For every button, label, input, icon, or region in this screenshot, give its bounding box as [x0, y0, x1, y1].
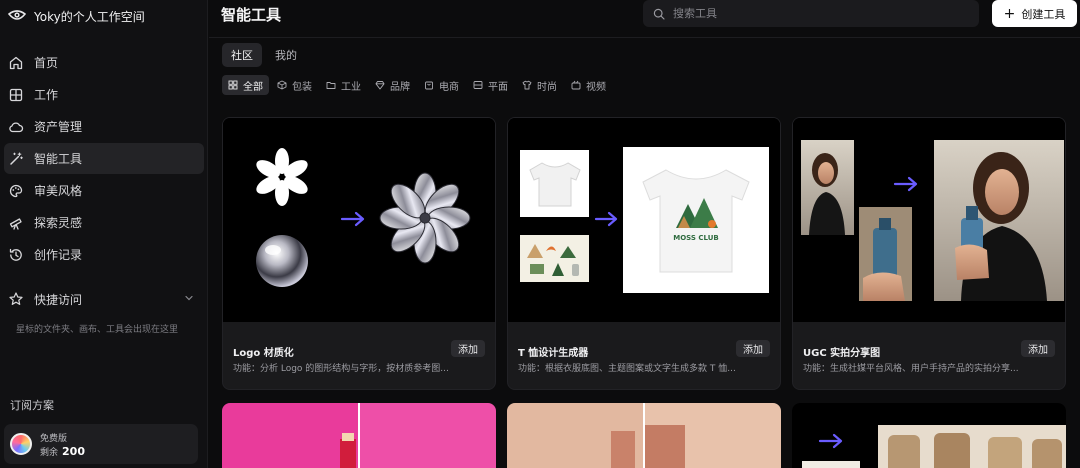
sidebar-item-aesthetic-style[interactable]: 审美风格	[4, 175, 204, 206]
tool-card-description: 功能：分析 Logo 的图形结构与字形，按材质参考图...	[233, 364, 449, 374]
filter-ecommerce[interactable]: 电商	[418, 75, 465, 95]
filter-fashion[interactable]: 时尚	[516, 75, 563, 95]
star-icon	[9, 292, 23, 305]
tool-card-tshirt-generator[interactable]: MOSS CLUB T 恤设计生成器 添加 功能：根据衣服底图、主题图案或文字生…	[507, 117, 781, 390]
filter-label: 包装	[292, 81, 312, 93]
video-icon	[571, 80, 581, 90]
tool-card-thumbnail	[223, 118, 495, 322]
workspace-switcher[interactable]: Yoky的个人工作空间	[8, 6, 145, 26]
home-icon	[9, 56, 23, 69]
main-content: 智能工具 + 创建工具 社区 我的 全部 包装 工业 品牌 电商	[209, 0, 1080, 468]
quick-access-toggle[interactable]: 快捷访问	[0, 286, 208, 312]
page-title: 智能工具	[221, 6, 282, 24]
tool-card-thumbnail	[507, 403, 781, 468]
tool-card-logo-material[interactable]: Logo 材质化 添加 功能：分析 Logo 的图形结构与字形，按材质参考图..…	[222, 117, 496, 390]
history-icon	[9, 248, 22, 261]
diamond-icon	[375, 81, 385, 90]
tool-card-thumbnail: MOSS CLUB	[508, 118, 780, 322]
brand-logo-icon	[8, 10, 26, 20]
sidebar-item-label: 创作记录	[34, 248, 83, 262]
quick-access-label: 快捷访问	[34, 292, 83, 307]
filter-label: 电商	[439, 81, 459, 93]
remain-value: 200	[62, 445, 85, 458]
filter-video[interactable]: 视频	[565, 75, 612, 95]
filter-brand[interactable]: 品牌	[369, 75, 416, 95]
plan-remaining: 剩余 200	[40, 445, 85, 458]
tool-card-title: Logo 材质化	[233, 348, 294, 359]
filter-label: 品牌	[390, 81, 410, 93]
tool-card-title: UGC 实拍分享图	[803, 348, 881, 359]
chevron-down-icon	[185, 295, 193, 301]
sidebar-item-label: 工作	[34, 88, 59, 102]
layout-icon	[473, 81, 483, 89]
tool-card-partial[interactable]	[792, 403, 1066, 468]
sidebar-nav: 首页 工作 资产管理 智能工具 审美风格 探索灵感 创作记录	[0, 46, 208, 271]
tool-card-partial[interactable]	[222, 403, 496, 468]
grid-icon	[9, 88, 23, 101]
create-tool-label: 创建工具	[1021, 7, 1066, 21]
sidebar-item-assets[interactable]: 资产管理	[4, 111, 204, 142]
filter-label: 视频	[586, 81, 606, 93]
search-input[interactable]	[673, 7, 953, 20]
tab-bar: 社区 我的	[222, 43, 306, 67]
tool-card-partial[interactable]	[507, 403, 781, 468]
tool-card-ugc-share[interactable]: UGC 实拍分享图 添加 功能：生成社媒平台风格、用户手持产品的实拍分享...	[792, 117, 1066, 390]
filter-label: 工业	[341, 81, 361, 93]
sidebar-item-label: 探索灵感	[34, 216, 83, 230]
shirt-print-text: MOSS CLUB	[673, 234, 719, 242]
tab-community[interactable]: 社区	[222, 43, 262, 67]
tool-card-description: 功能：生成社媒平台风格、用户手持产品的实拍分享...	[803, 364, 1019, 374]
filter-packaging[interactable]: 包装	[271, 75, 318, 95]
folder-icon	[326, 82, 336, 89]
chrome-flower-icon	[379, 172, 471, 264]
plus-icon: +	[1003, 5, 1016, 22]
sidebar-item-label: 审美风格	[34, 184, 83, 198]
sidebar-item-label: 首页	[34, 56, 59, 70]
add-tool-button[interactable]: 添加	[1021, 340, 1055, 357]
cloud-icon	[9, 121, 24, 132]
filter-industrial[interactable]: 工业	[320, 75, 367, 95]
shirt-icon	[522, 80, 532, 90]
shop-icon	[425, 81, 433, 90]
plan-name: 免费版	[40, 434, 68, 444]
remain-label: 剩余	[40, 448, 59, 458]
grid-icon	[228, 80, 238, 90]
avatar	[10, 433, 32, 455]
create-tool-button[interactable]: + 创建工具	[992, 0, 1077, 27]
sidebar-item-label: 资产管理	[34, 120, 83, 134]
box-icon	[277, 80, 287, 90]
sidebar-item-smart-tools[interactable]: 智能工具	[4, 143, 204, 174]
sidebar-item-explore[interactable]: 探索灵感	[4, 207, 204, 238]
search-icon	[653, 8, 665, 20]
tool-card-thumbnail	[792, 403, 1066, 468]
sidebar-item-label: 智能工具	[34, 152, 83, 166]
filter-all[interactable]: 全部	[222, 75, 269, 95]
tool-card-thumbnail	[793, 118, 1065, 322]
magic-wand-icon	[10, 151, 23, 165]
search-box[interactable]	[643, 0, 979, 27]
filter-label: 时尚	[537, 81, 557, 93]
category-filters: 全部 包装 工业 品牌 电商 平面 时尚 视频	[222, 75, 612, 95]
filter-label: 全部	[243, 81, 263, 93]
add-tool-button[interactable]: 添加	[736, 340, 770, 357]
filter-label: 平面	[488, 81, 508, 93]
workspace-name: Yoky的个人工作空间	[34, 9, 145, 24]
tab-mine[interactable]: 我的	[266, 43, 306, 67]
chrome-sphere-icon	[256, 235, 308, 287]
telescope-icon	[9, 217, 22, 230]
subscription-title: 订阅方案	[10, 399, 54, 412]
filter-graphic[interactable]: 平面	[467, 75, 514, 95]
sidebar: Yoky的个人工作空间 首页 工作 资产管理 智能工具 审美风格 探索灵感 创作…	[0, 0, 208, 468]
quick-access-hint: 星标的文件夹、画布、工具会出现在这里	[16, 325, 179, 335]
tool-card-description: 功能：根据衣服底图、主题图案或文字生成多款 T 恤...	[518, 364, 736, 374]
add-tool-button[interactable]: 添加	[451, 340, 485, 357]
sidebar-item-home[interactable]: 首页	[4, 47, 204, 78]
sidebar-item-history[interactable]: 创作记录	[4, 239, 204, 270]
subscription-plan-card[interactable]: 免费版 剩余 200	[4, 424, 198, 464]
header-divider	[209, 37, 1080, 38]
tool-card-title: T 恤设计生成器	[518, 348, 589, 359]
tool-card-thumbnail	[222, 403, 496, 468]
sidebar-item-work[interactable]: 工作	[4, 79, 204, 110]
palette-icon	[9, 184, 23, 197]
